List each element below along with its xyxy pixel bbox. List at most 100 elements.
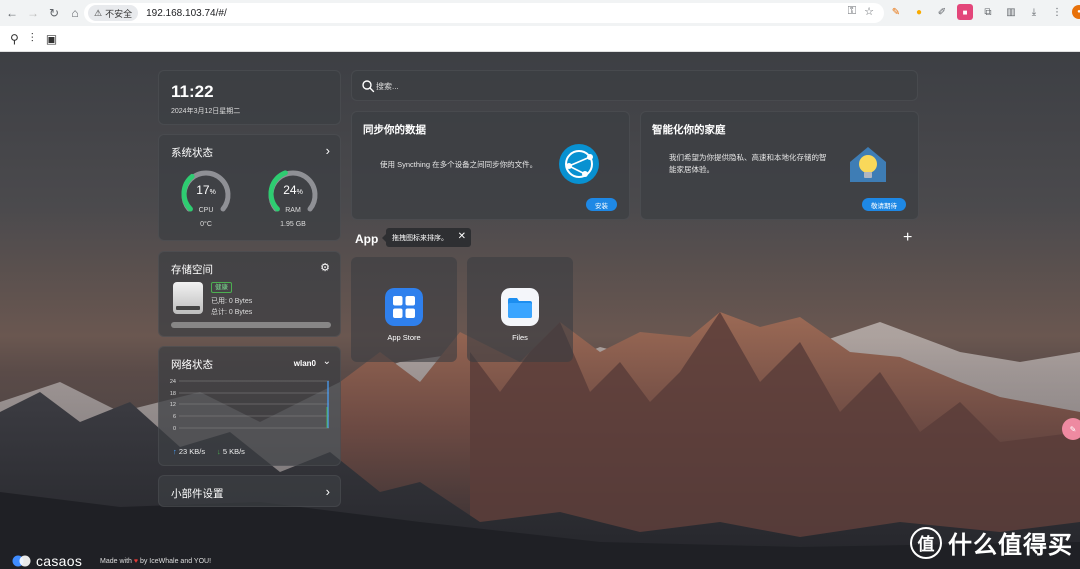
url-text[interactable]: 192.168.103.74/#/ <box>146 8 227 19</box>
profile-avatar[interactable]: ● <box>1072 5 1080 19</box>
extension-icon[interactable]: ■ <box>957 4 973 20</box>
smzdm-watermark: 值 什么值得买 <box>910 525 1073 560</box>
network-chart: 24 18 12 6 0 <box>170 379 329 432</box>
cpu-value-unit: % <box>209 189 216 196</box>
sort-tooltip: 拖拽图标来排序。 ✕ <box>382 228 471 247</box>
sidebar-icon[interactable]: ▥ <box>1003 4 1019 20</box>
ram-value-number: 24 <box>283 183 297 197</box>
cpu-value-number: 17 <box>196 183 210 197</box>
app-tile-app-store[interactable]: App Store <box>351 257 457 362</box>
address-bar[interactable]: ⚠ 不安全 192.168.103.74/#/ ⚿ ☆ <box>84 3 884 23</box>
ram-gauge: 24% RAM 1.95 GB <box>266 165 320 228</box>
y-tick-label: 6 <box>173 414 176 420</box>
search-bar <box>351 70 918 101</box>
sync-title: 同步你的数据 <box>363 124 426 136</box>
casaos-brand: casaos <box>36 553 83 569</box>
extensions-bar: ✎ ● ✐ ■ ⧉ ▥ ⤓ ⋮ ● ⋮ <box>888 4 1080 20</box>
syncthing-icon <box>559 144 599 184</box>
close-icon[interactable]: ✕ <box>458 231 466 242</box>
cpu-value: 17% <box>179 183 233 197</box>
upload-arrow-icon: ↑ <box>173 447 177 456</box>
sort-tooltip-text: 拖拽图标来排序。 <box>392 234 448 242</box>
footer-made-prefix: Made with <box>100 558 132 565</box>
smart-home-title: 智能化你的家庭 <box>652 124 726 136</box>
chevron-right-icon[interactable]: › <box>326 143 330 158</box>
home-icon[interactable]: ⌂ <box>66 4 84 22</box>
sync-feature-card: 同步你的数据 使用 Syncthing 在多个设备之间同步你的文件。 安装 <box>351 111 630 220</box>
cpu-label: CPU <box>198 207 214 214</box>
clock-widget: 11:22 2024年3月12日星期二 <box>158 70 341 125</box>
heart-icon: ♥ <box>133 558 139 565</box>
forward-icon[interactable]: → <box>24 4 42 22</box>
casaos-logo: casaos <box>12 553 82 569</box>
smart-home-desc-line: 能家居体验。 <box>669 165 714 174</box>
upload-speed: ↑ 23 KB/s <box>173 447 205 456</box>
security-chip[interactable]: ⚠ 不安全 <box>88 5 139 21</box>
system-status-title: 系统状态 <box>171 147 213 159</box>
coming-soon-button[interactable]: 敬请期待 <box>862 198 906 211</box>
ram-value-unit: % <box>296 189 303 196</box>
bookmarks-bar: ⚲ ⫶ ▣ <box>0 26 1080 52</box>
smzdm-logo-icon: 值 <box>910 526 942 559</box>
files-icon <box>501 288 539 326</box>
ram-label: RAM <box>285 207 301 214</box>
app-label: Files <box>512 333 528 342</box>
extension-icon[interactable]: ✎ <box>888 4 904 20</box>
back-icon[interactable]: ← <box>3 4 21 22</box>
widget-settings[interactable]: 小部件设置 › <box>158 475 341 507</box>
key-icon[interactable]: ⚿ <box>848 5 856 18</box>
bookmark-star-icon[interactable]: ☆ <box>864 5 874 18</box>
cpu-temp: 0°C <box>200 221 212 228</box>
window-icon[interactable]: ▣ <box>46 32 57 46</box>
extension-icon[interactable]: ● <box>911 4 927 20</box>
smart-home-desc-line: 我们希望为你提供隐私、高速和本地化存储的智 <box>669 153 827 162</box>
install-button[interactable]: 安装 <box>586 198 617 211</box>
security-label: 不安全 <box>105 8 133 19</box>
floating-assistant-icon[interactable]: ✎ <box>1062 418 1080 440</box>
storage-total: 总计: 0 Bytes <box>211 309 253 316</box>
app-label: App Store <box>387 333 421 342</box>
y-tick-label: 24 <box>170 379 176 385</box>
footer-credit: Made with ♥ by IceWhale and YOU! <box>100 558 211 565</box>
sync-desc: 使用 Syncthing 在多个设备之间同步你的文件。 <box>380 160 538 169</box>
widget-settings-title: 小部件设置 <box>171 488 224 500</box>
chevron-right-icon[interactable]: › <box>326 484 330 499</box>
app-tile-files[interactable]: Files <box>467 257 573 362</box>
smart-home-feature-card: 智能化你的家庭 我们希望为你提供隐私、高速和本地化存储的智 能家居体验。 敬请期… <box>640 111 919 220</box>
y-tick-label: 12 <box>170 402 176 408</box>
upload-speed-value: 23 KB/s <box>178 447 206 456</box>
smart-home-bulb-icon <box>850 147 886 182</box>
ram-usage: 1.95 GB <box>280 221 306 228</box>
add-app-icon[interactable]: + <box>903 229 912 247</box>
status-badge: 健康 <box>211 282 232 293</box>
user-icon[interactable]: ⚲ <box>10 32 19 46</box>
ram-value: 24% <box>266 183 320 197</box>
search-icon <box>362 80 375 93</box>
footer-made-suffix: by IceWhale and YOU! <box>139 558 212 565</box>
smzdm-text: 什么值得买 <box>948 532 1073 559</box>
extension-icon[interactable]: ✐ <box>934 4 950 20</box>
gear-icon[interactable]: ⚙ <box>320 261 330 274</box>
disk-icon <box>173 282 203 314</box>
download-icon[interactable]: ⤓ <box>1026 4 1042 20</box>
browser-toolbar: ← → ↻ ⌂ ⚠ 不安全 192.168.103.74/#/ ⚿ ☆ ✎ ● … <box>0 0 1080 26</box>
storage-title: 存储空间 <box>171 264 213 276</box>
puzzle-icon[interactable]: ⧉ <box>980 4 996 20</box>
app-store-icon <box>385 288 423 326</box>
storage-widget: 存储空间 ⚙ 健康 已用: 0 Bytes 总计: 0 Bytes <box>158 251 341 337</box>
apps-section-title: App <box>355 232 379 246</box>
storage-used: 已用: 0 Bytes <box>211 298 253 305</box>
smart-home-desc: 我们希望为你提供隐私、高速和本地化存储的智 能家居体验。 <box>669 152 827 176</box>
download-speed-value: 5 KB/s <box>222 447 245 456</box>
menu-icon[interactable]: ⋮ <box>1049 4 1065 20</box>
clock-date: 2024年3月12日星期二 <box>171 108 241 115</box>
y-tick-label: 0 <box>173 426 176 432</box>
download-arrow-icon: ↓ <box>217 447 221 456</box>
system-status-widget: 系统状态 › 17% CPU 0°C 24% RAM 1.95 GB <box>158 134 341 241</box>
warning-icon: ⚠ <box>94 7 103 18</box>
y-tick-label: 18 <box>170 391 176 397</box>
sliders-icon[interactable]: ⫶ <box>31 31 34 46</box>
cpu-gauge: 17% CPU 0°C <box>179 165 233 228</box>
reload-icon[interactable]: ↻ <box>45 4 63 22</box>
search-input[interactable] <box>376 77 896 95</box>
